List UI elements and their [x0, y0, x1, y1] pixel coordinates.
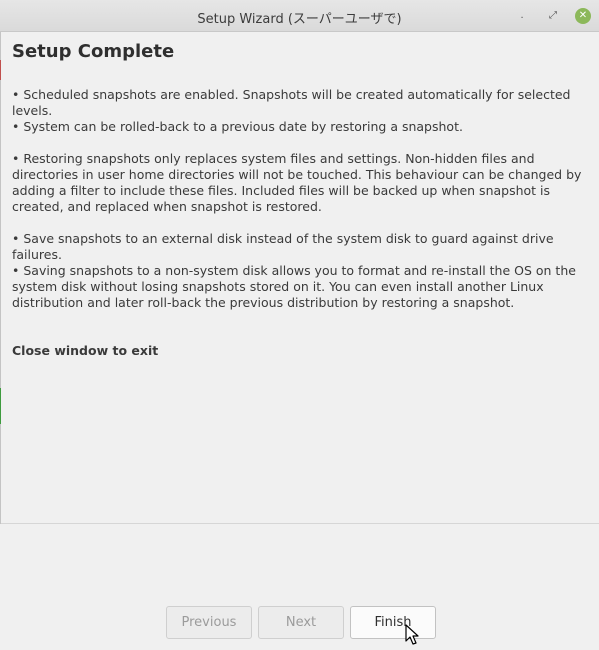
finish-button[interactable]: Finish — [350, 606, 436, 639]
info-paragraph-restoring: • Restoring snapshots only replaces syst… — [12, 151, 582, 214]
window-title: Setup Wizard (スーパーユーザで) — [197, 12, 402, 27]
info-paragraph-rollback: • System can be rolled-back to a previou… — [12, 119, 463, 134]
info-paragraph-scheduled: • Scheduled snapshots are enabled. Snaps… — [12, 87, 571, 118]
close-window-note: Close window to exit — [12, 343, 159, 358]
previous-button[interactable]: Previous — [166, 606, 252, 639]
info-paragraph-external-disk: • Save snapshots to an external disk ins… — [12, 231, 554, 262]
minimize-icon[interactable]: ․ — [514, 8, 530, 24]
title-bar[interactable]: Setup Wizard (スーパーユーザで) ․ ⤢ ✕ — [0, 0, 599, 32]
setup-wizard-window: Setup Wizard (スーパーユーザで) ․ ⤢ ✕ Setup Comp… — [0, 0, 599, 650]
next-button[interactable]: Next — [258, 606, 344, 639]
maximize-icon[interactable]: ⤢ — [545, 8, 561, 24]
info-paragraph-non-system-disk: • Saving snapshots to a non-system disk … — [12, 263, 576, 310]
page-title: Setup Complete — [12, 41, 175, 62]
mouse-pointer-icon — [405, 624, 419, 645]
close-icon[interactable]: ✕ — [575, 8, 591, 24]
